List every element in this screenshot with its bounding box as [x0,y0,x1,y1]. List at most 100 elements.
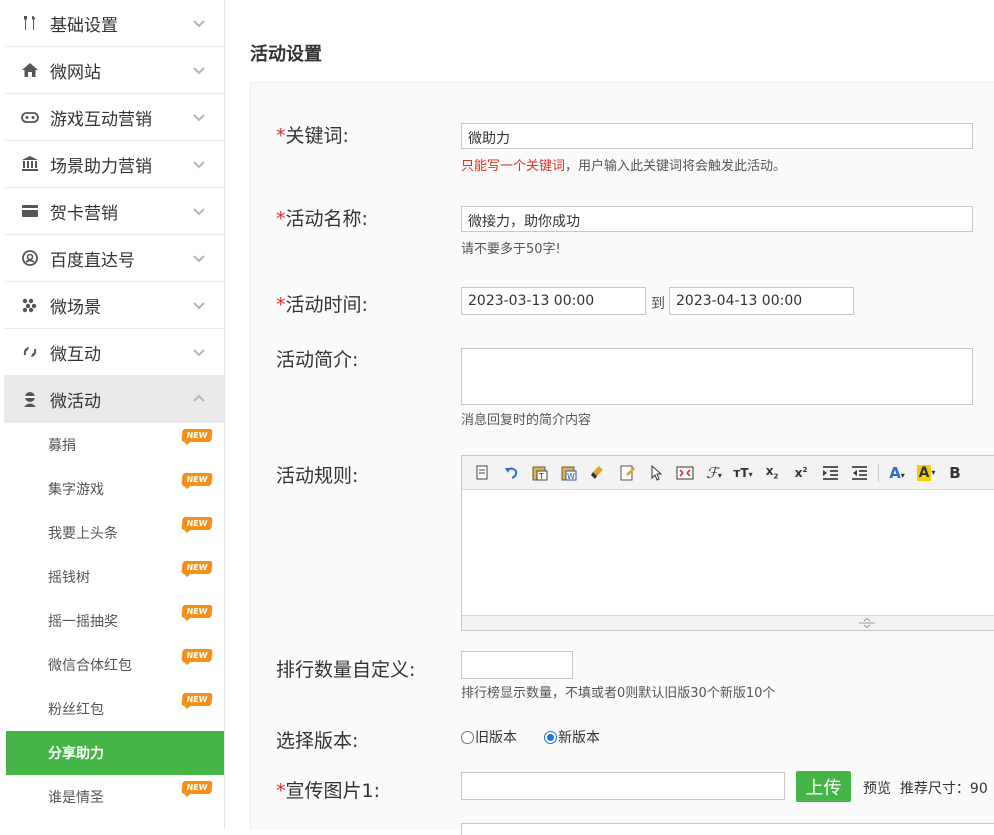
select-icon[interactable] [642,461,670,485]
toolbar-separator [878,463,879,482]
submenu-item-6[interactable]: 粉丝红包 NEW [6,687,224,731]
rank-count-input[interactable] [461,651,573,679]
name-label-text: 活动名称: [285,208,368,230]
version-new-label: 新版本 [558,730,600,746]
rules-editor[interactable]: T W ℱ▾ ᴛT▾ x2 x2 A▾ A ▾ B [461,455,994,631]
version-new-option[interactable]: 新版本 [544,727,600,747]
upload-button[interactable]: 上传 [796,771,851,802]
submenu-item-3[interactable]: 摇钱树 NEW [6,555,224,599]
image-url-input[interactable] [461,772,785,800]
editor-resize-bar[interactable] [462,615,994,630]
new-badge: NEW [181,561,213,574]
sidebar-item-8[interactable]: 微活动 [4,376,224,423]
sidebar-item-1[interactable]: 微网站 [4,47,224,94]
paste-text-icon[interactable]: T [526,461,554,485]
subscript-icon[interactable]: x2 [758,461,786,485]
sidebar-item-4[interactable]: 贺卡营销 [4,188,224,235]
paste-word-icon[interactable]: W [555,461,583,485]
sidebar-item-label: 贺卡营销 [50,203,118,224]
version-label: 选择版本: [276,730,359,752]
main-content: 活动设置 *关键词: 微助力 只能写一个关键词，用户输入此关键词将会触发此活动。… [225,0,994,835]
submenu-item-1[interactable]: 集字游戏 NEW [6,467,224,511]
resize-handle-icon[interactable] [857,618,877,628]
submenu-weihuodong: 募捐 NEW 集字游戏 NEW 我要上头条 NEW 摇钱树 NEW 摇一摇抽奖 NEW 微信合体红包… [6,423,224,819]
keyword-input[interactable]: 微助力 [461,123,973,149]
sidebar-item-3[interactable]: 场景助力营销 [4,141,224,188]
required-mark: * [276,125,286,147]
card-icon [20,201,40,221]
submenu-item-7[interactable]: 分享助力 [6,731,224,775]
submenu-item-label: 分享助力 [48,746,104,762]
chevron-down-icon [193,20,205,28]
sidebar-item-6[interactable]: 微场景 [4,282,224,329]
version-old-label: 旧版本 [475,730,517,746]
submenu-item-2[interactable]: 我要上头条 NEW [6,511,224,555]
font-family-icon[interactable]: ℱ▾ [700,461,728,485]
svg-text:T: T [538,472,544,481]
sidebar-item-0[interactable]: 基础设置 [4,0,224,47]
next-field-input[interactable] [461,823,994,835]
submenu-item-label: 摇一摇抽奖 [48,614,118,630]
copy-icon[interactable] [468,461,496,485]
submenu-item-label: 摇钱树 [48,570,90,586]
submenu-item-label: 微信合体红包 [48,658,132,674]
bold-icon[interactable]: B [941,461,969,485]
new-badge: NEW [181,781,213,794]
sidebar-item-7[interactable]: 微互动 [4,329,224,376]
font-size-icon[interactable]: ᴛT▾ [729,461,757,485]
version-old-option[interactable]: 旧版本 [461,727,517,747]
end-time-input[interactable]: 2023-04-13 00:00 [669,287,854,315]
chevron-up-icon [193,394,205,402]
keyword-label-text: 关键词: [285,125,349,147]
rules-label: 活动规则: [276,465,359,487]
superscript-icon[interactable]: x2 [787,461,815,485]
sidebar-item-label: 百度直达号 [50,250,135,271]
chevron-down-icon [193,255,205,263]
rank-hint: 排行榜显示数量，不填或者0则默认旧版30个新版10个 [461,686,776,701]
indent-icon[interactable] [816,461,844,485]
intro-label: 活动简介: [276,349,359,371]
tools-icon [20,13,40,33]
start-time-input[interactable]: 2023-03-13 00:00 [461,287,646,315]
fullscreen-icon[interactable] [671,461,699,485]
version-new-radio[interactable] [544,730,557,744]
sidebar-item-label: 微互动 [50,344,101,365]
format-painter-icon[interactable] [613,461,641,485]
sidebar-item-5[interactable]: 百度直达号 [4,235,224,282]
submenu-item-0[interactable]: 募捐 NEW [6,423,224,467]
submenu-item-8[interactable]: 谁是情圣 NEW [6,775,224,819]
name-label: *活动名称: [276,204,368,231]
form-panel: *关键词: 微助力 只能写一个关键词，用户输入此关键词将会触发此活动。 *活动名… [250,82,994,835]
preview-link[interactable]: 预览 [863,781,891,797]
new-badge: NEW [181,693,213,706]
time-label: *活动时间: [276,290,368,317]
chevron-down-icon [193,114,205,122]
submenu-item-5[interactable]: 微信合体红包 NEW [6,643,224,687]
font-color-icon[interactable]: A▾ [883,461,911,485]
submenu-item-4[interactable]: 摇一摇抽奖 NEW [6,599,224,643]
new-badge: NEW [181,473,213,486]
intro-textarea[interactable] [461,348,973,405]
new-badge: NEW [181,605,213,618]
version-old-radio[interactable] [461,730,474,744]
activity-name-hint: 请不要多于50字! [461,242,561,257]
image-label-text: 宣传图片1: [285,780,381,802]
chevron-down-icon [193,161,205,169]
clear-format-icon[interactable] [584,461,612,485]
page-title: 活动设置 [250,44,322,65]
undo-icon[interactable] [497,461,525,485]
time-separator: 到 [651,296,665,312]
chevron-down-icon [193,67,205,75]
sidebar-item-label: 微网站 [50,62,101,83]
outdent-icon[interactable] [845,461,873,485]
highlight-icon[interactable]: A ▾ [912,461,940,485]
size-hint: 推荐尺寸：90 [899,781,988,797]
sidebar-item-2[interactable]: 游戏互动营销 [4,94,224,141]
dots-icon [20,295,40,315]
image-extra: 预览 推荐尺寸：90 [863,778,988,798]
sidebar-item-label: 游戏互动营销 [50,109,152,130]
sidebar-item-label: 微场景 [50,297,101,318]
time-label-text: 活动时间: [285,294,368,316]
chevron-down-icon [193,302,205,310]
activity-name-input[interactable]: 微接力，助你成功 [461,206,973,232]
